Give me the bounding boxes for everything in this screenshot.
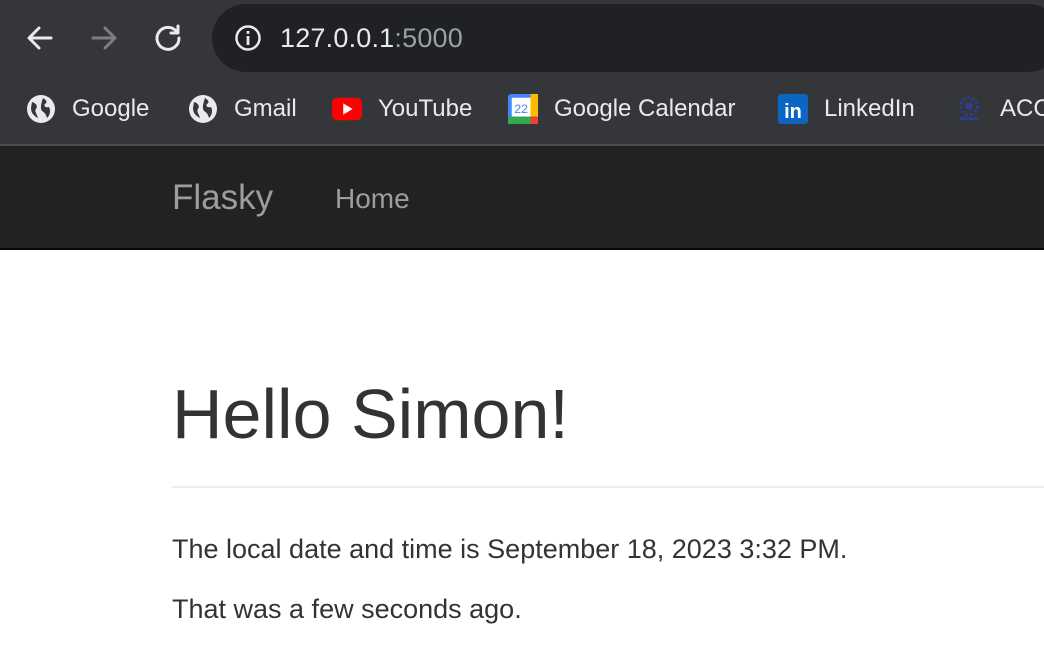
- arrow-left-icon: [27, 26, 53, 50]
- linkedin-icon: in: [778, 94, 808, 124]
- linkedin-icon-text: in: [784, 101, 802, 123]
- youtube-icon: [332, 94, 362, 124]
- calendar-icon: 22: [508, 94, 538, 124]
- bookmark-label: YouTube: [378, 95, 473, 122]
- bookmark-google[interactable]: Google: [26, 90, 149, 128]
- info-icon[interactable]: [234, 24, 262, 52]
- navbar-brand[interactable]: Flasky: [172, 178, 273, 218]
- browser-toolbar: 127.0.0.1:5000: [0, 0, 1044, 76]
- bookmark-acc[interactable]: ACC: [954, 90, 1044, 128]
- bookmark-label: ACC: [1000, 95, 1044, 122]
- globe-icon: [188, 94, 218, 124]
- relative-time-text: That was a few seconds ago.: [172, 594, 522, 624]
- url-port: :5000: [394, 23, 463, 53]
- back-button[interactable]: [20, 18, 60, 58]
- bookmarks-bar: Google Gmail YouTube 22 Google Calendar …: [0, 76, 1044, 144]
- bookmark-google-calendar[interactable]: 22 Google Calendar: [508, 90, 735, 128]
- url-text[interactable]: 127.0.0.1:5000: [280, 21, 463, 55]
- page-title-text: Hello Simon!: [172, 375, 569, 453]
- bookmark-gmail[interactable]: Gmail: [188, 90, 297, 128]
- bookmark-linkedin[interactable]: in LinkedIn: [778, 90, 915, 128]
- page-title: Hello Simon!: [172, 374, 569, 454]
- address-bar[interactable]: 127.0.0.1:5000: [212, 4, 1044, 72]
- page-content: Hello Simon! The local date and time is …: [0, 250, 1044, 672]
- bookmark-label: Gmail: [234, 95, 297, 122]
- bookmark-label: Google: [72, 95, 150, 122]
- acc-logo-icon: [954, 94, 984, 124]
- bookmark-youtube[interactable]: YouTube: [332, 90, 472, 128]
- nav-link-home[interactable]: Home: [335, 182, 410, 216]
- arrow-right-icon: [91, 26, 117, 50]
- local-datetime-text: The local date and time is September 18,…: [172, 534, 848, 564]
- calendar-icon-date: 22: [514, 102, 528, 116]
- globe-icon: [26, 94, 56, 124]
- reload-icon: [155, 24, 181, 51]
- title-divider: [172, 486, 1044, 488]
- bookmark-label: Google Calendar: [554, 95, 736, 122]
- reload-button[interactable]: [148, 18, 188, 58]
- bookmark-label: LinkedIn: [824, 95, 915, 122]
- navbar: Flasky Home: [0, 146, 1044, 250]
- url-host: 127.0.0.1: [280, 23, 395, 53]
- browser-chrome: 127.0.0.1:5000 Google Gmail YouTube 22 G…: [0, 0, 1044, 146]
- forward-button[interactable]: [84, 18, 124, 58]
